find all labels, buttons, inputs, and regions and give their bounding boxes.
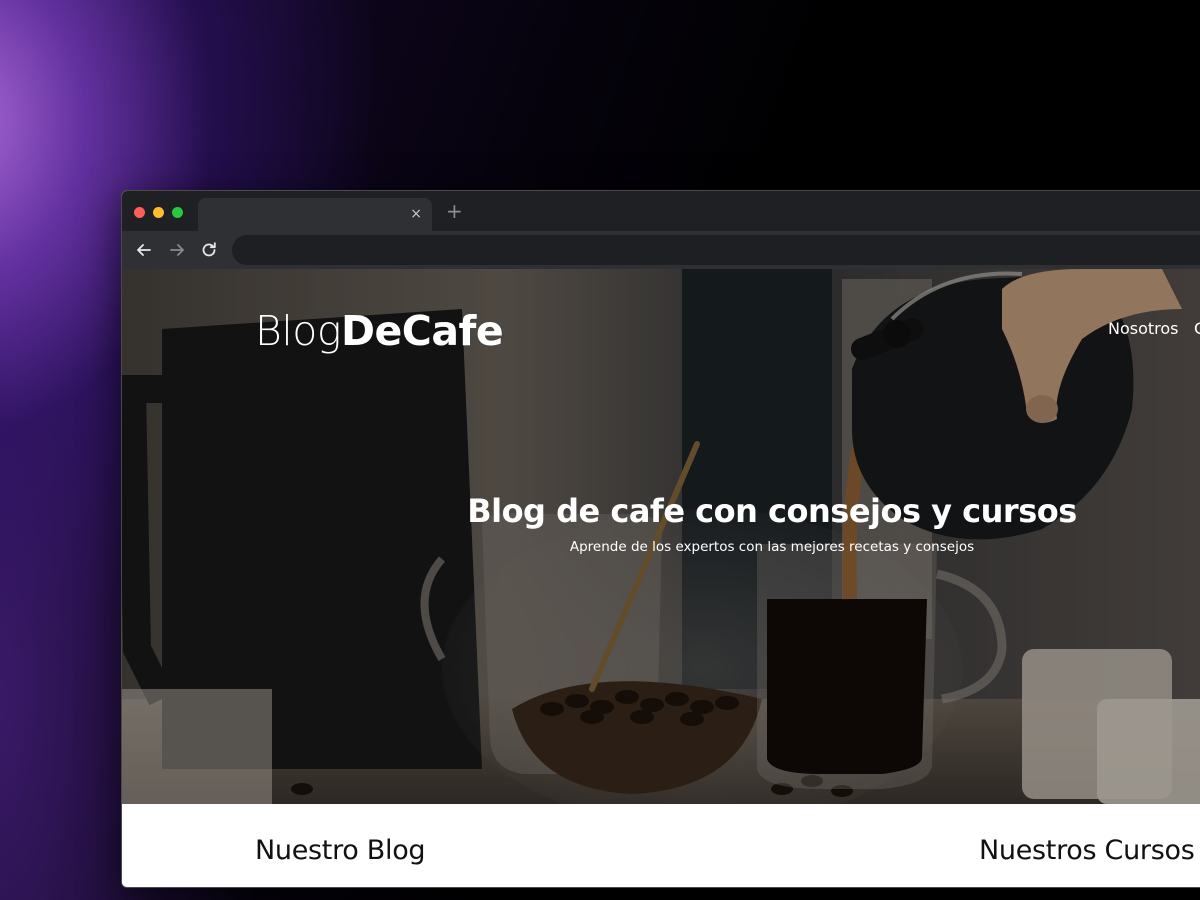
minimize-window-button[interactable] bbox=[153, 207, 164, 218]
blog-section-heading: Nuestro Blog bbox=[255, 835, 426, 866]
maximize-window-button[interactable] bbox=[172, 207, 183, 218]
close-window-button[interactable] bbox=[134, 207, 145, 218]
forward-arrow-icon[interactable] bbox=[167, 240, 187, 260]
browser-tab[interactable]: × bbox=[198, 198, 432, 231]
hero-title: Blog de cafe con consejos y cursos bbox=[467, 492, 1077, 530]
page-viewport: BlogDeCafe Nosotros C Blog de cafe con c… bbox=[122, 269, 1200, 887]
logo-text-light: Blog bbox=[255, 307, 341, 355]
nav-link-nosotros[interactable]: Nosotros bbox=[1108, 319, 1179, 338]
tab-bar: × + bbox=[122, 191, 1200, 231]
hero-section: BlogDeCafe Nosotros C Blog de cafe con c… bbox=[122, 269, 1200, 804]
browser-toolbar bbox=[122, 231, 1200, 269]
logo-text-bold: DeCafe bbox=[340, 307, 504, 355]
reload-icon[interactable] bbox=[199, 240, 219, 260]
back-arrow-icon[interactable] bbox=[134, 240, 154, 260]
hero-subtitle: Aprende de los expertos con las mejores … bbox=[569, 539, 975, 555]
browser-window: × + BlogDeCafe Nosotros Blog de cafe con… bbox=[121, 190, 1200, 888]
nav-link-cursos[interactable]: C bbox=[1194, 319, 1200, 338]
close-tab-icon[interactable]: × bbox=[410, 206, 422, 222]
courses-section-heading: Nuestros Cursos y bbox=[979, 835, 1200, 866]
new-tab-button[interactable]: + bbox=[446, 201, 463, 221]
site-logo[interactable]: BlogDeCafe bbox=[255, 307, 504, 355]
address-bar[interactable] bbox=[232, 235, 1200, 265]
